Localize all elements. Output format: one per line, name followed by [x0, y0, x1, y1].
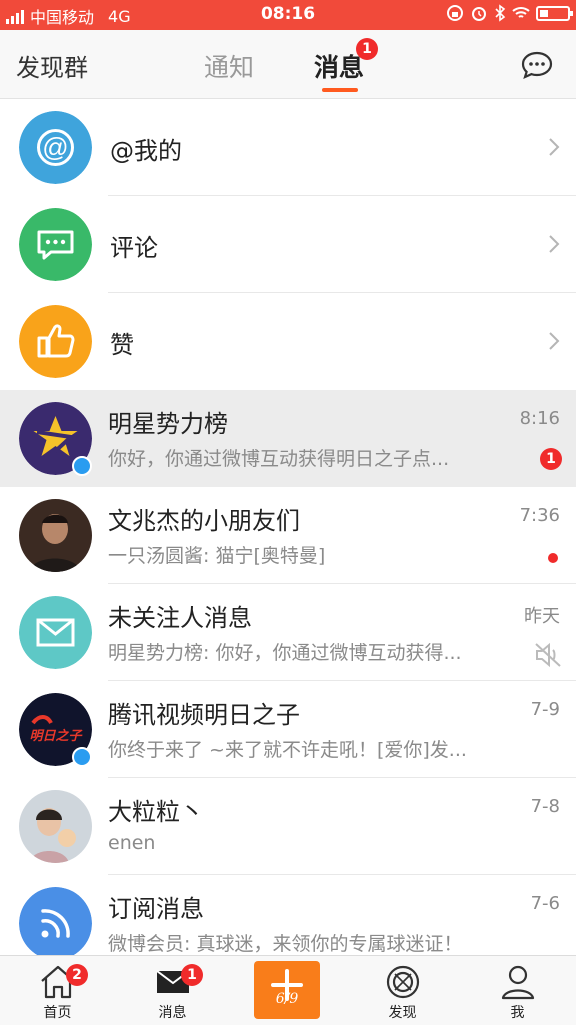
envelope-avatar	[19, 596, 92, 669]
conversation-preview: 你终于来了 ~来了就不许走吼！[爱你]发...	[108, 739, 467, 761]
conversation-time: 7-8	[530, 796, 560, 817]
chevron-right-icon	[549, 138, 560, 156]
at-icon: @	[19, 111, 92, 184]
conversation-title: 明星势力榜	[108, 410, 228, 438]
nav-label: 消息	[158, 1005, 187, 1021]
conversation-time: 7:36	[519, 505, 560, 526]
wifi-icon	[512, 7, 530, 18]
nav-home[interactable]: 2 首页	[0, 956, 115, 1025]
find-group-button[interactable]: 发现群	[16, 48, 88, 83]
shortcut-label: 评论	[110, 234, 158, 262]
conversation-preview: 一只汤圆酱: 猫宁[奥特曼]	[108, 545, 326, 567]
status-right	[446, 4, 573, 22]
nav-discover[interactable]: 发现	[345, 956, 460, 1025]
compose-label: 6/9	[275, 991, 299, 1007]
conversation-preview: 明星势力榜: 你好，你通过微博互动获得...	[108, 642, 462, 664]
conversation-title: 文兆杰的小朋友们	[108, 507, 300, 535]
alarm-icon	[472, 7, 486, 21]
conversation-title: 大粒粒丶	[108, 798, 204, 826]
conversation-row[interactable]: 明星势力榜 你好，你通过微博互动获得明日之子点... 8:16 1	[0, 390, 576, 487]
verified-badge-icon	[72, 747, 92, 767]
active-tab-indicator	[322, 88, 358, 92]
tab-messages-badge: 1	[356, 38, 378, 60]
profile-icon	[501, 965, 534, 1000]
shortcut-label: @我的	[110, 137, 182, 165]
chat-bubble-icon[interactable]	[520, 50, 554, 80]
group-avatar	[19, 499, 92, 572]
message-list: @ @我的 评论 赞 明星势力榜 你好，你通过微博互动获得明日之子点... 8:…	[0, 99, 576, 972]
conversation-preview: enen	[108, 832, 156, 854]
conversation-time: 8:16	[519, 408, 560, 429]
compose-button[interactable]: 6/9	[254, 961, 320, 1019]
conversation-row[interactable]: 明日之子 腾讯视频明日之子 你终于来了 ~来了就不许走吼！[爱你]发... 7-…	[0, 681, 576, 778]
chevron-right-icon	[549, 235, 560, 253]
shortcut-label: 赞	[110, 331, 134, 359]
nav-label: 我	[510, 1005, 525, 1021]
conversation-row[interactable]: 未关注人消息 明星势力榜: 你好，你通过微博互动获得... 昨天	[0, 584, 576, 681]
lock-rotation-icon	[447, 5, 463, 21]
conversation-time: 7-9	[530, 699, 560, 720]
comment-icon	[19, 208, 92, 281]
conversation-title: 腾讯视频明日之子	[108, 701, 300, 729]
unread-badge: 1	[540, 448, 562, 470]
unread-dot	[548, 553, 558, 563]
conversation-title: 订阅消息	[108, 895, 204, 923]
conversation-time: 7-6	[530, 893, 560, 914]
user-avatar	[19, 790, 92, 863]
discover-icon	[386, 965, 419, 999]
conversation-title: 未关注人消息	[108, 604, 252, 632]
nav-label: 首页	[43, 1005, 72, 1021]
nav-messages[interactable]: 1 消息	[115, 956, 230, 1025]
avatar-text: 明日之子	[29, 728, 83, 744]
conversation-row[interactable]: 大粒粒丶 enen 7-8	[0, 778, 576, 875]
bluetooth-icon	[495, 4, 506, 22]
home-badge: 2	[66, 964, 88, 986]
shortcut-comments[interactable]: 评论	[0, 196, 576, 293]
tab-notifications[interactable]: 通知	[204, 48, 254, 84]
rss-avatar	[19, 887, 92, 960]
conversation-preview: 微博会员: 真球迷，来领你的专属球迷证！	[108, 933, 463, 955]
messages-badge: 1	[181, 964, 203, 986]
nav-label: 发现	[388, 1005, 417, 1021]
bottom-nav: 2 首页 1 消息 6/9 发现 我	[0, 955, 576, 1025]
thumbs-up-icon	[19, 305, 92, 378]
shortcut-likes[interactable]: 赞	[0, 293, 576, 390]
svg-text:@: @	[42, 132, 68, 162]
conversation-row[interactable]: 文兆杰的小朋友们 一只汤圆酱: 猫宁[奥特曼] 7:36	[0, 487, 576, 584]
shortcut-mentions[interactable]: @ @我的	[0, 99, 576, 196]
nav-profile[interactable]: 我	[460, 956, 575, 1025]
status-bar: 中国移动 4G 08:16	[0, 0, 576, 30]
conversation-time: 昨天	[524, 606, 560, 627]
battery-icon	[536, 5, 573, 21]
conversation-preview: 你好，你通过微博互动获得明日之子点...	[108, 448, 450, 470]
top-nav: 发现群 通知 消息 1	[0, 30, 576, 99]
verified-badge-icon	[72, 456, 92, 476]
chevron-right-icon	[549, 332, 560, 350]
mute-icon	[535, 642, 561, 668]
